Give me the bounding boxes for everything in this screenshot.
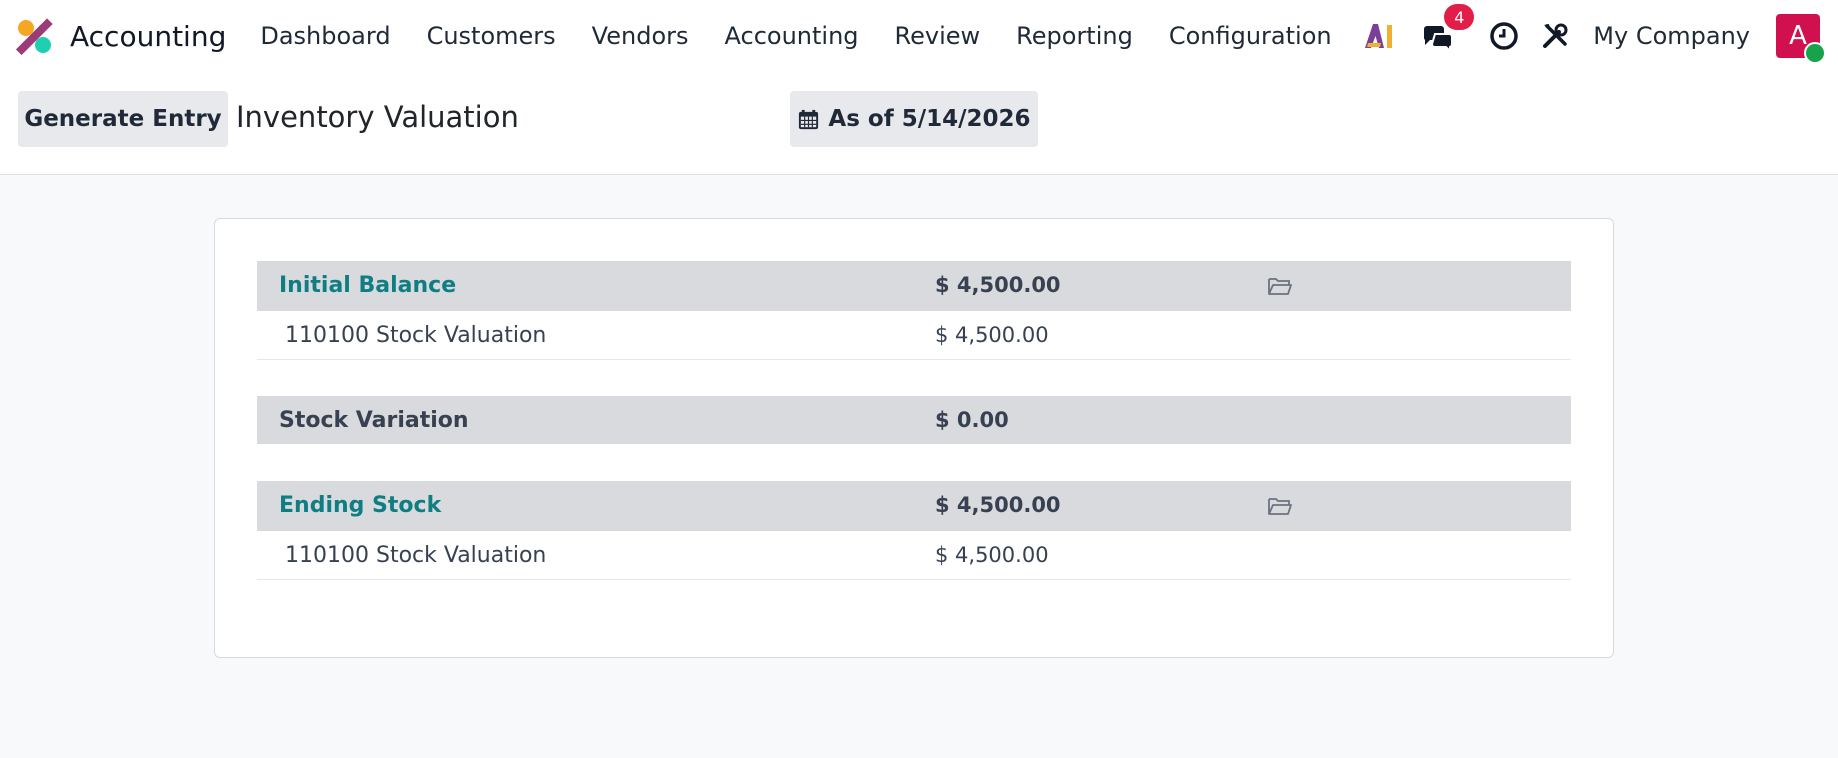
account-amount: $ 4,500.00 [935,323,1049,347]
menu-review[interactable]: Review [877,22,999,50]
initial-balance-line: 110100 Stock Valuation $ 4,500.00 [257,311,1571,360]
ending-stock-line: 110100 Stock Valuation $ 4,500.00 [257,531,1571,580]
top-navbar: Accounting Dashboard Customers Vendors A… [0,0,1838,72]
initial-balance-section: Initial Balance $ 4,500.00 [257,261,1571,311]
account-label: 110100 Stock Valuation [285,543,547,568]
page-title: Inventory Valuation [236,100,519,134]
app-logo-icon[interactable] [16,17,54,55]
systray: 4 My Company A [1363,4,1826,64]
menu-customers[interactable]: Customers [409,22,574,50]
user-avatar[interactable]: A [1776,14,1826,64]
notification-badge: 4 [1444,4,1475,30]
valuation-report: Initial Balance $ 4,500.00 110100 Stock … [214,218,1614,658]
tools-icon[interactable] [1541,22,1569,50]
folder-icon[interactable] [1267,275,1293,297]
stock-variation-label: Stock Variation [279,408,469,433]
menu-reporting[interactable]: Reporting [998,22,1151,50]
app-title[interactable]: Accounting [70,20,226,53]
ending-stock-amount: $ 4,500.00 [935,493,1061,517]
ending-stock-section: Ending Stock $ 4,500.00 [257,481,1571,531]
date-filter-button[interactable]: As of 5/14/2026 [790,91,1038,147]
online-status-icon [1804,42,1826,64]
initial-balance-link[interactable]: Initial Balance [279,273,456,298]
account-label: 110100 Stock Valuation [285,323,547,348]
menu-dashboard[interactable]: Dashboard [260,22,408,50]
ai-icon[interactable] [1363,21,1395,51]
ending-stock-link[interactable]: Ending Stock [279,493,441,518]
folder-icon[interactable] [1267,495,1293,517]
generate-entry-button[interactable]: Generate Entry [18,91,228,147]
calendar-icon [799,109,819,129]
clock-icon[interactable] [1489,21,1519,51]
initial-balance-amount: $ 4,500.00 [935,273,1061,297]
date-filter-label: As of 5/14/2026 [828,106,1031,132]
menu-vendors[interactable]: Vendors [574,22,707,50]
messages-button[interactable]: 4 [1421,4,1475,54]
stock-variation-amount: $ 0.00 [935,408,1009,432]
account-amount: $ 4,500.00 [935,543,1049,567]
company-switcher[interactable]: My Company [1593,22,1750,50]
stock-variation-section: Stock Variation $ 0.00 [257,396,1571,444]
control-panel: Generate Entry Inventory Valuation As of… [0,72,1838,175]
menu-configuration[interactable]: Configuration [1151,22,1350,50]
avatar-letter: A [1789,21,1807,51]
menu-accounting[interactable]: Accounting [707,22,877,50]
main-menu: Dashboard Customers Vendors Accounting R… [260,22,1349,50]
